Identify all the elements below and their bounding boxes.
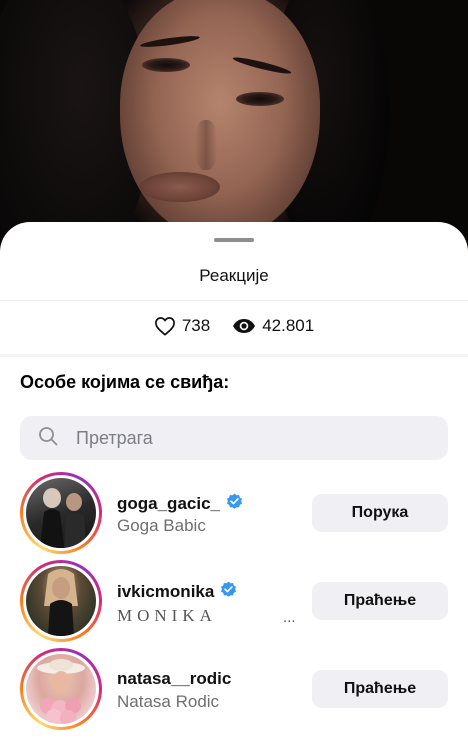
full-name: Natasa Rodic — [117, 692, 220, 711]
full-name: Goga Babic — [117, 516, 206, 535]
full-name: MONIKA — [117, 606, 217, 625]
sheet-drag-handle[interactable] — [214, 238, 254, 242]
follow-button[interactable]: Праћење — [312, 670, 448, 708]
photo-nose — [195, 120, 217, 170]
truncation-ellipsis: ... — [283, 609, 296, 626]
username[interactable]: natasa__rodic — [117, 669, 231, 689]
avatar[interactable] — [20, 560, 102, 642]
story-background-photo — [0, 0, 468, 260]
photo-face — [120, 0, 320, 240]
search-input[interactable] — [76, 427, 406, 449]
follow-button[interactable]: Праћење — [312, 582, 448, 620]
divider-bottom — [0, 354, 468, 357]
verified-badge-icon — [220, 581, 237, 603]
username[interactable]: goga_gacic_ — [117, 493, 243, 515]
likes-count: 738 — [181, 316, 211, 335]
list-item-user[interactable]: ivkicmonika MONIKA ... Праћење — [0, 560, 468, 644]
avatar[interactable] — [20, 648, 102, 730]
likers-heading: Особе којима се свиђа: — [20, 372, 230, 392]
reactions-sheet: Реакције 738 42.801 Особе којима се свиђ… — [0, 222, 468, 740]
username[interactable]: ivkicmonika — [117, 581, 237, 603]
likes-stat[interactable]: 738 — [154, 316, 210, 336]
message-button[interactable]: Порука — [312, 494, 448, 532]
stats-row: 738 42.801 — [0, 316, 468, 336]
heart-icon — [154, 316, 176, 336]
verified-badge-icon — [226, 493, 243, 515]
views-count: 42.801 — [262, 316, 315, 335]
list-item-user[interactable]: natasa__rodic Natasa Rodic Праћење — [0, 648, 468, 732]
views-stat[interactable]: 42.801 — [232, 316, 314, 336]
search-bar[interactable] — [20, 416, 448, 460]
avatar-image — [26, 478, 96, 548]
list-item-user[interactable]: goga_gacic_ Goga Babic Порука — [0, 472, 468, 556]
avatar-image — [26, 566, 96, 636]
avatar[interactable] — [20, 472, 102, 554]
photo-eye-right — [236, 92, 284, 106]
avatar-image — [26, 654, 96, 724]
divider-top — [0, 300, 468, 301]
sheet-title: Реакције — [199, 266, 269, 285]
eye-icon — [232, 318, 256, 334]
photo-lips — [140, 172, 220, 202]
photo-eye-left — [142, 58, 190, 72]
search-icon — [38, 426, 58, 451]
